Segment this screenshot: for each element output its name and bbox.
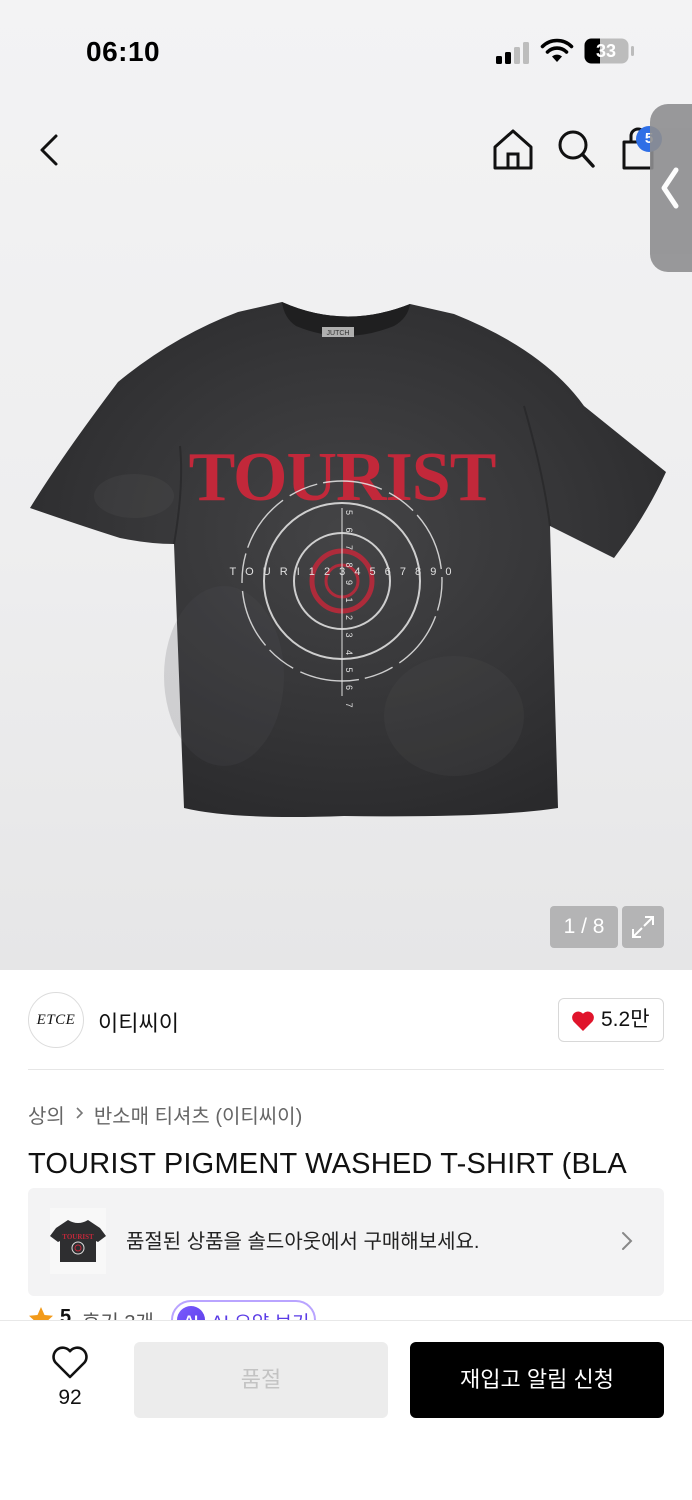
rating-score: 5: [60, 1306, 72, 1320]
wifi-icon: [540, 38, 574, 62]
svg-text:TOURIST: TOURIST: [62, 1233, 94, 1241]
home-button[interactable]: [490, 126, 536, 172]
soldout-thumbnail: TOURIST: [50, 1208, 106, 1274]
brand-like-count: 5.2만: [601, 1008, 650, 1031]
breadcrumb-subcategory[interactable]: 반소매 티셔츠 (이티씨이): [94, 1100, 302, 1129]
rating-row: 5 후기 3개 AI AI 요약 보기: [28, 1298, 668, 1320]
soldout-banner[interactable]: TOURIST 품절된 상품을 솔드아웃에서 구매해보세요.: [28, 1188, 664, 1296]
status-time: 06:10: [86, 36, 161, 67]
wishlist-button[interactable]: 92: [40, 1344, 100, 1414]
brand-logo[interactable]: ETCE: [28, 992, 84, 1048]
product-gallery[interactable]: 06:10 33 5 JUTCH TOURIST T O U R I 1 2 3…: [0, 0, 692, 970]
restock-alert-button[interactable]: 재입고 알림 신청: [410, 1342, 664, 1418]
battery-icon: 33: [584, 38, 636, 64]
chevron-left-icon: [661, 167, 679, 209]
signal-icon: [496, 42, 529, 64]
battery-level: 33: [595, 41, 617, 61]
home-icon: [493, 129, 533, 170]
soldout-button: 품절: [134, 1342, 388, 1418]
search-button[interactable]: [554, 126, 598, 172]
section-divider: [28, 1069, 664, 1070]
product-title: TOURIST PIGMENT WASHED T-SHIRT (BLA: [28, 1148, 627, 1180]
product-image[interactable]: JUTCH TOURIST T O U R I 1 2 3 4 5 6 7 8 …: [24, 296, 670, 822]
breadcrumb-category[interactable]: 상의: [28, 1100, 65, 1129]
wishlist-count: 92: [58, 1386, 82, 1409]
status-bar: 06:10 33: [0, 0, 692, 100]
brand-like-button[interactable]: 5.2만: [558, 998, 664, 1042]
image-counter: 1 / 8: [550, 906, 618, 948]
ai-badge-icon: AI: [177, 1306, 205, 1320]
ai-summary-button[interactable]: AI AI 요약 보기: [171, 1300, 316, 1320]
heart-filled-icon: [572, 1011, 594, 1031]
collar-label: JUTCH: [327, 330, 350, 337]
search-icon: [558, 130, 595, 168]
chevron-right-icon: [622, 1232, 633, 1250]
review-count[interactable]: 후기 3개: [82, 1306, 154, 1320]
chevron-right-icon: [75, 1103, 85, 1126]
soldout-banner-text: 품절된 상품을 솔드아웃에서 구매해보세요.: [126, 1231, 480, 1253]
fullscreen-button[interactable]: [622, 906, 664, 948]
ai-summary-label: AI 요약 보기: [211, 1308, 309, 1320]
chevron-left-icon: [40, 134, 58, 166]
back-button[interactable]: [30, 128, 70, 172]
star-icon: [29, 1307, 53, 1320]
breadcrumb: 상의 반소매 티셔츠 (이티씨이): [28, 1100, 302, 1128]
heart-outline-icon: [52, 1346, 88, 1379]
expand-icon: [632, 916, 654, 938]
brand-name[interactable]: 이티씨이: [98, 1006, 179, 1038]
print-scale-col: 5 6 7 8 9 1 2 3 4 5 6 7: [344, 510, 354, 713]
print-headline: TOURIST: [189, 439, 496, 516]
side-panel-handle[interactable]: [650, 104, 692, 272]
